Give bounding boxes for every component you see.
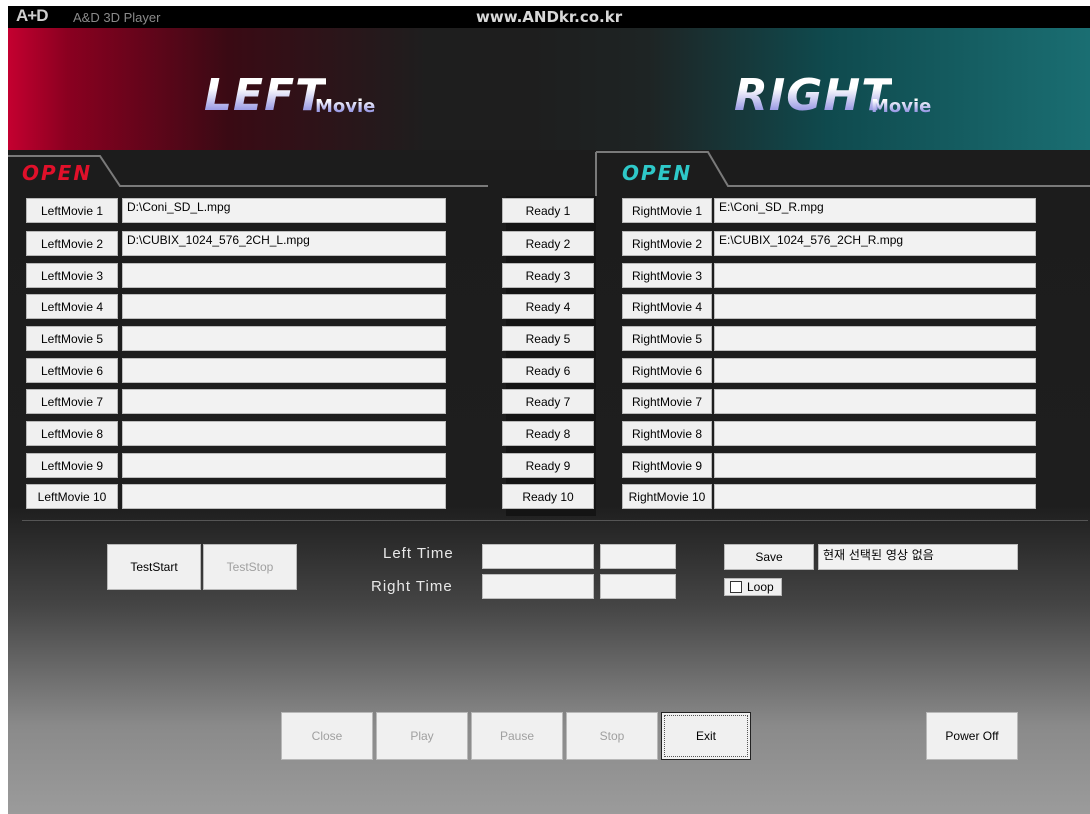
website-url: www.ANDkr.co.kr bbox=[476, 8, 623, 26]
ready-button[interactable]: Ready 5 bbox=[502, 326, 594, 351]
left-open-label: OPEN bbox=[22, 161, 93, 185]
ready-button[interactable]: Ready 9 bbox=[502, 453, 594, 478]
ready-button[interactable]: Ready 8 bbox=[502, 421, 594, 446]
app-logo: A+D bbox=[16, 6, 49, 25]
status-field: 현재 선택된 영상 없음 bbox=[818, 544, 1018, 570]
left-path-field[interactable] bbox=[122, 326, 446, 351]
left-movie-button[interactable]: LeftMovie 6 bbox=[26, 358, 118, 383]
loop-checkbox[interactable]: Loop bbox=[724, 578, 782, 596]
loop-checkbox-box[interactable] bbox=[730, 581, 742, 593]
ready-button[interactable]: Ready 3 bbox=[502, 263, 594, 288]
left-time-field-2[interactable] bbox=[600, 544, 676, 569]
ready-button[interactable]: Ready 10 bbox=[502, 484, 594, 509]
right-movie-button[interactable]: RightMovie 7 bbox=[622, 389, 712, 414]
right-time-field-1[interactable] bbox=[482, 574, 594, 599]
right-path-field[interactable] bbox=[714, 484, 1036, 509]
right-time-label: Right Time bbox=[371, 578, 453, 595]
right-time-field-2[interactable] bbox=[600, 574, 676, 599]
right-path-field[interactable] bbox=[714, 294, 1036, 319]
right-movie-button[interactable]: RightMovie 4 bbox=[622, 294, 712, 319]
right-movie-button[interactable]: RightMovie 2 bbox=[622, 231, 712, 256]
right-path-field[interactable] bbox=[714, 389, 1036, 414]
left-banner-subtitle: Movie bbox=[315, 96, 376, 117]
ready-button[interactable]: Ready 6 bbox=[502, 358, 594, 383]
ready-button[interactable]: Ready 2 bbox=[502, 231, 594, 256]
left-movie-button[interactable]: LeftMovie 5 bbox=[26, 326, 118, 351]
right-path-field[interactable] bbox=[714, 358, 1036, 383]
right-path-field[interactable] bbox=[714, 326, 1036, 351]
app-title: A&D 3D Player bbox=[73, 10, 161, 25]
right-movie-button[interactable]: RightMovie 3 bbox=[622, 263, 712, 288]
right-movie-button[interactable]: RightMovie 8 bbox=[622, 421, 712, 446]
left-movie-button[interactable]: LeftMovie 10 bbox=[26, 484, 118, 509]
app-window: A+D A&D 3D Player www.ANDkr.co.kr LEFT M… bbox=[8, 6, 1090, 814]
separator bbox=[22, 520, 1088, 521]
right-path-field[interactable] bbox=[714, 263, 1036, 288]
pause-button[interactable]: Pause bbox=[471, 712, 563, 760]
left-path-field[interactable] bbox=[122, 263, 446, 288]
left-path-field[interactable] bbox=[122, 484, 446, 509]
power-off-button[interactable]: Power Off bbox=[926, 712, 1018, 760]
left-movie-button[interactable]: LeftMovie 1 bbox=[26, 198, 118, 223]
save-button[interactable]: Save bbox=[724, 544, 814, 570]
test-stop-button[interactable]: TestStop bbox=[203, 544, 297, 590]
close-button[interactable]: Close bbox=[281, 712, 373, 760]
left-path-field[interactable] bbox=[122, 389, 446, 414]
play-button[interactable]: Play bbox=[376, 712, 468, 760]
left-movie-button[interactable]: LeftMovie 4 bbox=[26, 294, 118, 319]
stop-button[interactable]: Stop bbox=[566, 712, 658, 760]
exit-button[interactable]: Exit bbox=[661, 712, 751, 760]
open-tab-lines bbox=[8, 151, 1090, 196]
title-bar: A+D A&D 3D Player www.ANDkr.co.kr bbox=[8, 6, 1090, 28]
left-banner-title: LEFT bbox=[204, 70, 327, 121]
ready-button[interactable]: Ready 1 bbox=[502, 198, 594, 223]
right-path-field[interactable]: E:\Coni_SD_R.mpg bbox=[714, 198, 1036, 223]
loop-label: Loop bbox=[747, 580, 774, 594]
right-movie-button[interactable]: RightMovie 5 bbox=[622, 326, 712, 351]
right-movie-button[interactable]: RightMovie 1 bbox=[622, 198, 712, 223]
left-movie-button[interactable]: LeftMovie 2 bbox=[26, 231, 118, 256]
test-start-button[interactable]: TestStart bbox=[107, 544, 201, 590]
right-banner-title: RIGHT bbox=[734, 70, 893, 121]
left-path-field[interactable] bbox=[122, 294, 446, 319]
right-movie-button[interactable]: RightMovie 6 bbox=[622, 358, 712, 383]
left-path-field[interactable] bbox=[122, 453, 446, 478]
left-movie-button[interactable]: LeftMovie 9 bbox=[26, 453, 118, 478]
right-banner-subtitle: Movie bbox=[871, 96, 932, 117]
right-movie-banner: RIGHT Movie bbox=[528, 28, 1090, 150]
right-path-field[interactable]: E:\CUBIX_1024_576_2CH_R.mpg bbox=[714, 231, 1036, 256]
right-open-label: OPEN bbox=[622, 161, 693, 185]
right-movie-button[interactable]: RightMovie 10 bbox=[622, 484, 712, 509]
left-time-label: Left Time bbox=[383, 545, 454, 562]
left-movie-banner: LEFT Movie bbox=[8, 28, 528, 150]
right-path-field[interactable] bbox=[714, 421, 1036, 446]
left-path-field[interactable]: D:\Coni_SD_L.mpg bbox=[122, 198, 446, 223]
left-movie-button[interactable]: LeftMovie 7 bbox=[26, 389, 118, 414]
ready-button[interactable]: Ready 7 bbox=[502, 389, 594, 414]
right-path-field[interactable] bbox=[714, 453, 1036, 478]
left-path-field[interactable]: D:\CUBIX_1024_576_2CH_L.mpg bbox=[122, 231, 446, 256]
left-path-field[interactable] bbox=[122, 421, 446, 446]
left-movie-button[interactable]: LeftMovie 3 bbox=[26, 263, 118, 288]
right-movie-button[interactable]: RightMovie 9 bbox=[622, 453, 712, 478]
left-path-field[interactable] bbox=[122, 358, 446, 383]
ready-button[interactable]: Ready 4 bbox=[502, 294, 594, 319]
left-time-field-1[interactable] bbox=[482, 544, 594, 569]
left-movie-button[interactable]: LeftMovie 8 bbox=[26, 421, 118, 446]
